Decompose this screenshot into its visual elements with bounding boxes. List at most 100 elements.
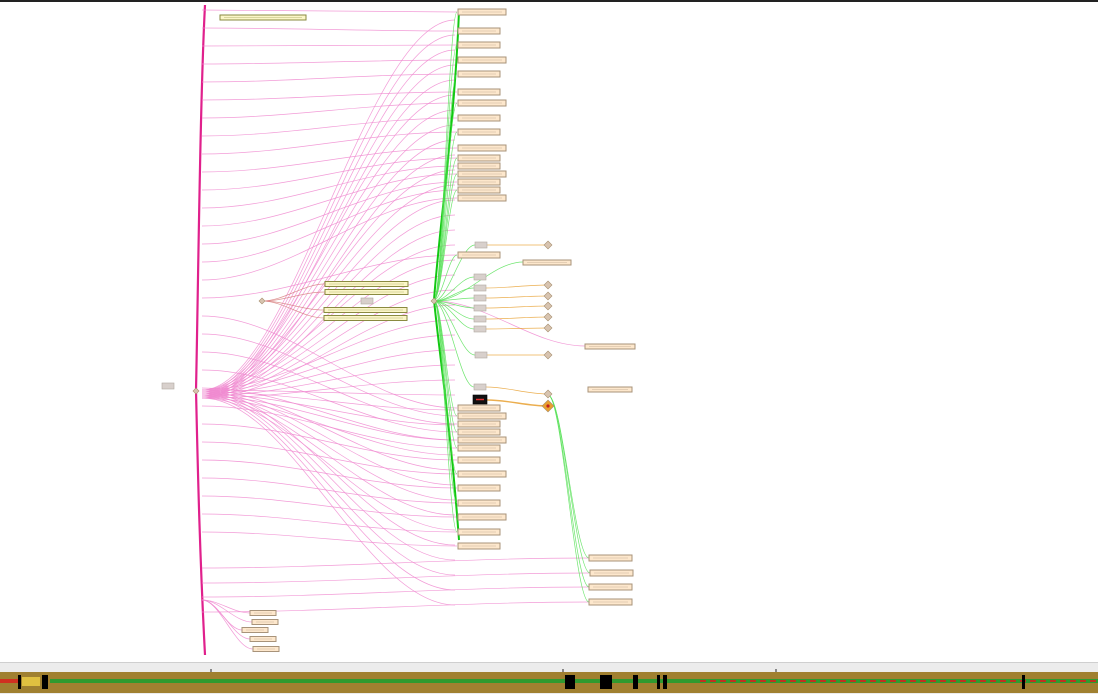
- right-node[interactable]: [457, 499, 501, 507]
- orange-edge: [485, 386, 549, 395]
- right-node[interactable]: [457, 162, 501, 170]
- collapsed-node-icon[interactable]: [473, 325, 487, 333]
- yellow-node[interactable]: [219, 14, 307, 21]
- right-node[interactable]: [457, 154, 501, 162]
- right-node[interactable]: [457, 542, 501, 550]
- right-node[interactable]: [457, 114, 501, 122]
- pink-edge: [201, 157, 458, 191]
- green-edge-group: [432, 9, 591, 603]
- lower-right-node[interactable]: [588, 598, 633, 606]
- timeline-track[interactable]: [0, 672, 1098, 693]
- bottom-left-node[interactable]: [249, 636, 277, 642]
- bottom-left-node[interactable]: [249, 610, 277, 616]
- green-edge: [547, 394, 590, 603]
- right-node[interactable]: [457, 99, 507, 107]
- yellow-node[interactable]: [324, 281, 409, 287]
- collapsed-node-icon[interactable]: [474, 241, 488, 249]
- right-node[interactable]: [457, 27, 501, 35]
- right-node[interactable]: [457, 444, 501, 452]
- right-node[interactable]: [457, 412, 507, 420]
- diamond-junction-icon[interactable]: [258, 297, 266, 305]
- orange-edge: [485, 327, 549, 330]
- diamond-junction-icon[interactable]: [192, 387, 200, 395]
- pink-edge: [201, 199, 456, 395]
- pink-edge: [201, 27, 458, 32]
- collapsed-node-icon[interactable]: [473, 273, 487, 281]
- right-node[interactable]: [457, 470, 507, 478]
- right-node[interactable]: [457, 428, 501, 436]
- bottom-left-node[interactable]: [251, 619, 279, 625]
- track-marker[interactable]: [657, 675, 660, 689]
- orange-edge: [485, 295, 549, 299]
- pink-edge: [201, 124, 456, 395]
- right-node[interactable]: [457, 128, 501, 136]
- right-node[interactable]: [457, 456, 501, 464]
- graph-canvas[interactable]: [0, 0, 1098, 662]
- pink-edge: [201, 334, 456, 393]
- right-node[interactable]: [584, 343, 636, 350]
- track-marker[interactable]: [42, 675, 48, 689]
- pink-edge: [201, 395, 456, 591]
- lower-right-node[interactable]: [588, 583, 633, 591]
- diamond-junction-icon[interactable]: [543, 240, 553, 250]
- right-node[interactable]: [457, 513, 507, 521]
- lower-right-node[interactable]: [589, 569, 634, 577]
- yellow-node[interactable]: [323, 307, 408, 313]
- collapsed-node-icon[interactable]: [360, 297, 374, 305]
- track-marker[interactable]: [565, 675, 575, 689]
- right-node[interactable]: [457, 404, 501, 412]
- diamond-junction-icon[interactable]: [543, 323, 553, 333]
- pink-edge: [201, 59, 458, 65]
- collapsed-node-icon[interactable]: [474, 351, 488, 359]
- track-marker[interactable]: [663, 675, 667, 689]
- pink-edge: [201, 586, 590, 598]
- right-node[interactable]: [457, 178, 501, 186]
- track-marker[interactable]: [18, 675, 21, 689]
- collapsed-node-icon[interactable]: [473, 284, 487, 292]
- right-node[interactable]: [457, 484, 501, 492]
- right-node[interactable]: [457, 88, 501, 96]
- pink-edge: [201, 91, 458, 101]
- orange-edge: [485, 305, 549, 309]
- diamond-junction-icon[interactable]: [543, 291, 553, 301]
- right-node[interactable]: [522, 259, 572, 266]
- pink-edge: [201, 495, 458, 518]
- collapsed-node-icon[interactable]: [473, 304, 487, 312]
- track-marker[interactable]: [1022, 675, 1025, 689]
- track-marker[interactable]: [600, 675, 612, 689]
- pink-edge: [201, 572, 591, 584]
- lower-right-node[interactable]: [588, 554, 633, 562]
- right-node[interactable]: [457, 170, 507, 178]
- pink-edge: [201, 73, 458, 83]
- right-node[interactable]: [457, 41, 501, 49]
- collapsed-node-icon[interactable]: [161, 382, 175, 390]
- pink-edge: [201, 94, 456, 391]
- right-node[interactable]: [457, 194, 507, 202]
- right-node[interactable]: [457, 186, 501, 194]
- right-node[interactable]: [457, 528, 501, 536]
- pink-edge: [201, 184, 456, 393]
- right-node[interactable]: [457, 8, 507, 16]
- yellow-node[interactable]: [323, 315, 408, 321]
- right-node[interactable]: [457, 251, 501, 259]
- right-node[interactable]: [457, 420, 501, 428]
- diamond-junction-icon[interactable]: [543, 350, 553, 360]
- pink-edge: [201, 165, 458, 209]
- diamond-junction-icon[interactable]: [543, 301, 553, 311]
- right-node[interactable]: [457, 56, 507, 64]
- collapsed-node-icon[interactable]: [473, 315, 487, 323]
- collapsed-node-icon[interactable]: [473, 294, 487, 302]
- pink-edge: [433, 300, 586, 347]
- right-node[interactable]: [587, 386, 633, 393]
- diamond-junction-icon[interactable]: [543, 312, 553, 322]
- collapsed-node-icon[interactable]: [473, 383, 487, 391]
- yellow-node[interactable]: [324, 289, 409, 295]
- bottom-left-node[interactable]: [241, 627, 269, 633]
- right-node[interactable]: [457, 144, 507, 152]
- track-marker[interactable]: [633, 675, 638, 689]
- bottom-left-node[interactable]: [252, 646, 280, 652]
- diamond-junction-icon[interactable]: [543, 280, 553, 290]
- right-node[interactable]: [457, 436, 507, 444]
- pink-edge: [201, 181, 458, 245]
- right-node[interactable]: [457, 70, 501, 78]
